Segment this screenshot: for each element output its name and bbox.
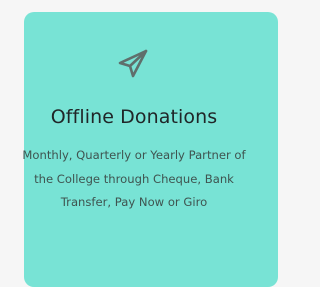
card-title: Offline Donations	[50, 106, 218, 128]
card-description: Monthly, Quarterly or Yearly Partner of …	[22, 148, 246, 209]
donation-option-card-wrapper: Offline Donations Monthly, Quarterly or …	[0, 0, 278, 287]
paper-plane-icon	[113, 43, 153, 83]
